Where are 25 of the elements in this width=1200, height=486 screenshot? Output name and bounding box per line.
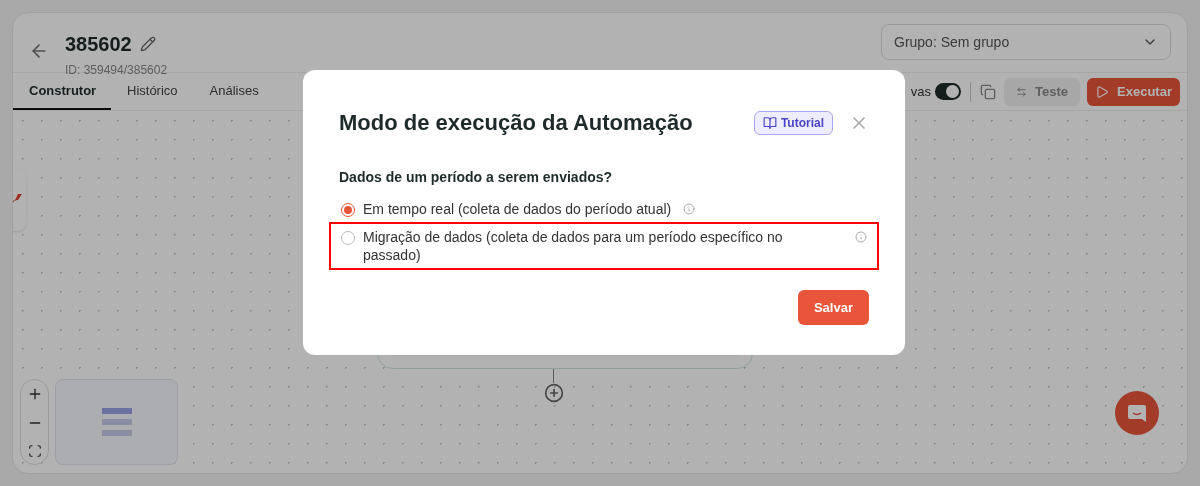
toggle-switch[interactable] — [935, 83, 961, 100]
question-label: Dados de um período a serem enviados? — [339, 168, 614, 187]
save-button[interactable]: Salvar — [797, 290, 869, 325]
group-select[interactable]: Grupo: Sem grupo — [881, 24, 1171, 60]
automation-title: 385602 — [65, 32, 132, 57]
chat-button[interactable] — [1115, 391, 1159, 435]
tab[interactable]: Construtor — [13, 73, 111, 110]
chat-icon — [1127, 403, 1147, 423]
radio-option[interactable]: Migração de dados (coleta de dados para um período específico no passado) — [329, 222, 879, 270]
option-label: Migração de dados (coleta de dados para um período específico no passado) — [363, 228, 784, 264]
fit-view-icon[interactable] — [27, 443, 42, 458]
edit-icon[interactable] — [139, 36, 156, 52]
tutorial-button[interactable]: Tutorial — [753, 110, 833, 135]
play-icon — [1095, 84, 1110, 99]
book-icon — [762, 115, 777, 130]
copy-icon[interactable] — [980, 83, 996, 100]
option-label: Em tempo real (coleta de dados do período atual) — [363, 200, 672, 218]
tab[interactable]: Análises — [193, 73, 275, 110]
dialog-title: Modo de execução da Automação — [339, 109, 694, 137]
info-icon[interactable] — [683, 203, 696, 215]
add-step-icon[interactable] — [544, 383, 564, 403]
info-icon[interactable] — [855, 231, 867, 243]
toggle-label: vas — [910, 82, 931, 101]
swap-icon — [1016, 84, 1027, 99]
radio-option[interactable]: Em tempo real (coleta de dados do período atual) — [329, 196, 879, 222]
